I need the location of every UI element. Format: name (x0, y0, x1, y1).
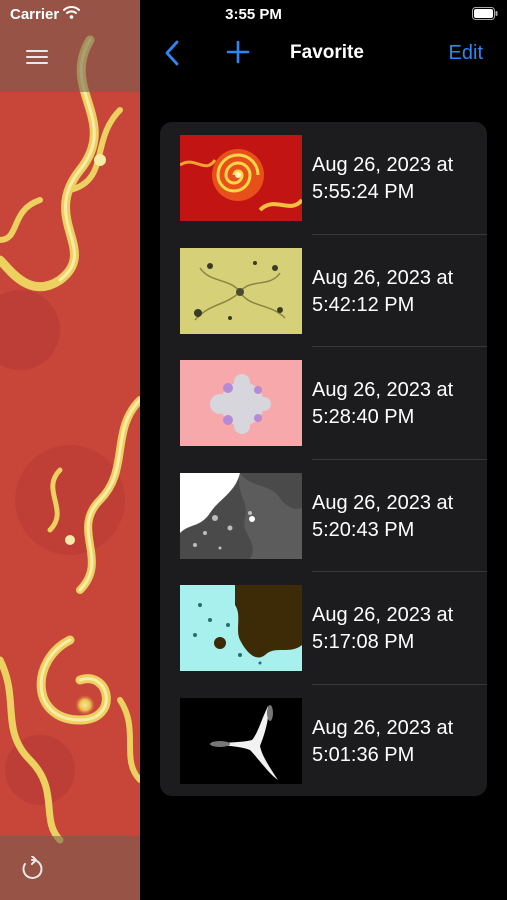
favorite-row[interactable]: Aug 26, 2023 at 5:28:40 PM (160, 347, 487, 460)
thumbnail-yellow-spiral (180, 247, 302, 334)
fractal-preview-image (0, 0, 140, 900)
favorite-date: Aug 26, 2023 at (312, 716, 454, 739)
favorite-time: 5:28:40 PM (312, 406, 415, 428)
thumbnail-grayscale (180, 472, 302, 559)
thumbnail-cyan-brown (180, 585, 302, 671)
thumbnail-black-white (180, 697, 302, 784)
favorite-date: Aug 26, 2023 at (312, 154, 454, 176)
thumbnail-pink-mandelbrot (180, 360, 302, 446)
favorite-date: Aug 26, 2023 at (312, 491, 454, 514)
favorite-time: 5:17:08 PM (312, 631, 415, 653)
status-bar: Carrier 3:55 PM (0, 0, 507, 30)
favorite-row[interactable]: Aug 26, 2023 at 5:42:12 PM (160, 235, 487, 347)
navigation-bar: Favorite Edit (140, 32, 507, 76)
battery-icon (472, 7, 498, 20)
favorite-time: 5:01:36 PM (312, 743, 415, 766)
edit-button[interactable]: Edit (449, 42, 483, 65)
fractal-preview-panel[interactable] (0, 0, 140, 900)
favorite-date: Aug 26, 2023 at (312, 379, 454, 401)
hamburger-menu-icon[interactable] (26, 49, 48, 65)
favorite-row[interactable]: Aug 26, 2023 at 5:17:08 PM (160, 572, 487, 685)
thumbnail-red-spiral (180, 135, 302, 221)
favorite-date: Aug 26, 2023 at (312, 604, 454, 626)
favorite-time: 5:42:12 PM (312, 293, 415, 316)
favorites-list: Aug 26, 2023 at 5:55:24 PM Aug 26, 2023 … (160, 122, 487, 796)
clock: 3:55 PM (225, 6, 282, 23)
favorite-time: 5:20:43 PM (312, 518, 415, 541)
favorite-row[interactable]: Aug 26, 2023 at 5:55:24 PM (160, 122, 487, 235)
favorite-row[interactable]: Aug 26, 2023 at 5:20:43 PM (160, 460, 487, 572)
favorite-date: Aug 26, 2023 at (312, 266, 454, 289)
refresh-icon[interactable] (19, 856, 45, 882)
favorite-time: 5:55:24 PM (312, 181, 415, 203)
favorite-row[interactable]: Aug 26, 2023 at 5:01:36 PM (160, 685, 487, 797)
